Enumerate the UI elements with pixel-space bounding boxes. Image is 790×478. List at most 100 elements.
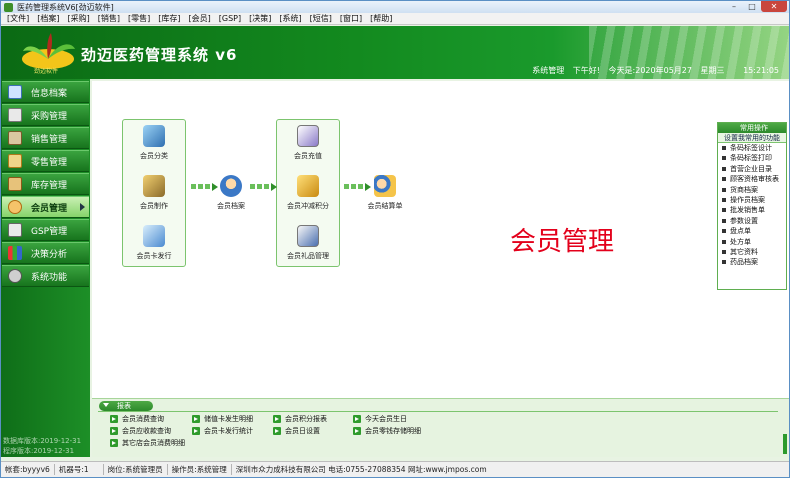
arrow-right-icon	[353, 427, 361, 435]
report-link[interactable]: 其它店会员消费明细	[110, 438, 185, 448]
members-icon	[8, 200, 22, 214]
node-member-archive[interactable]: 会员档案	[199, 175, 263, 211]
report-label: 会员零钱存储明细	[365, 427, 421, 435]
analysis-icon	[8, 246, 22, 260]
arrow-right-icon	[192, 427, 200, 435]
quick-action-item[interactable]: 货商档案	[718, 185, 786, 195]
menu-member[interactable]: [会员]	[187, 13, 213, 24]
node-label: 会员档案	[217, 202, 245, 210]
node-member-category[interactable]: 会员分类	[122, 125, 186, 161]
report-link[interactable]: 会员消费查询	[110, 414, 164, 424]
arrow-right-icon	[273, 415, 281, 423]
menu-bar: [文件] [档案] [采购] [销售] [零售] [库存] [会员] [GSP]…	[1, 13, 789, 25]
member-archive-icon	[220, 175, 242, 197]
current-user: 系统管理	[532, 66, 565, 75]
window-title: 医药管理系统V6[劲迈软件]	[17, 2, 114, 12]
report-label: 会员卡发行统计	[204, 427, 253, 435]
menu-system[interactable]: [系统]	[277, 13, 303, 24]
arrow-right-icon	[273, 427, 281, 435]
node-settlement[interactable]: 会员结算单	[353, 175, 417, 211]
sidebar-item-info-archive[interactable]: 信息档案	[2, 81, 89, 103]
menu-stock[interactable]: [库存]	[156, 13, 182, 24]
sidebar-item-purchase[interactable]: 采购管理	[2, 104, 89, 126]
quick-action-item[interactable]: 条码标签设计	[718, 143, 786, 153]
header-banner: 劲迈软件 劲迈医药管理系统 v6 系统管理 下午好! 今天是:2020年05月2…	[1, 26, 789, 79]
recharge-icon	[297, 125, 319, 147]
quick-action-item[interactable]: 顾客资格审核表	[718, 174, 786, 184]
report-link[interactable]: 会员积分报表	[273, 414, 327, 424]
arrow-right-icon	[110, 439, 118, 447]
report-link[interactable]: 会员卡发行统计	[192, 426, 253, 436]
menu-retail[interactable]: [零售]	[126, 13, 152, 24]
sidebar-item-sales[interactable]: 销售管理	[2, 127, 89, 149]
quick-action-item[interactable]: 首营企业目录	[718, 164, 786, 174]
report-link[interactable]: 今天会员生日	[353, 414, 407, 424]
minimize-icon[interactable]: –	[725, 1, 743, 12]
quick-action-item[interactable]: 处方单	[718, 237, 786, 247]
sidebar-item-label: 采购管理	[31, 111, 68, 122]
node-gift-management[interactable]: 会员礼品管理	[276, 225, 340, 261]
quick-actions-config[interactable]: 设置我常用的功能	[718, 133, 786, 143]
quick-action-item[interactable]: 其它资料	[718, 247, 786, 257]
quick-action-item[interactable]: 批发销售单	[718, 205, 786, 215]
app-icon	[4, 2, 13, 12]
sidebar-item-gsp[interactable]: GSP管理	[2, 219, 89, 241]
sidebar-item-analysis[interactable]: 决策分析	[2, 242, 89, 264]
reports-header[interactable]: 报表	[99, 401, 153, 411]
card-issue-icon	[143, 225, 165, 247]
report-label: 会员消费查询	[122, 415, 164, 423]
node-points-deduct[interactable]: 会员冲减积分	[276, 175, 340, 211]
status-role: 岗位:系统管理员	[104, 464, 168, 475]
menu-purchase[interactable]: [采购]	[66, 13, 92, 24]
node-label: 会员制作	[140, 202, 168, 210]
flow-arrow-2	[250, 183, 277, 191]
menu-help[interactable]: [帮助]	[368, 13, 394, 24]
node-member-recharge[interactable]: 会员充值	[276, 125, 340, 161]
menu-sales[interactable]: [销售]	[96, 13, 122, 24]
status-account: 帐套:byyyv6	[1, 464, 55, 475]
quick-action-item[interactable]: 条码标签打印	[718, 153, 786, 163]
brand-label: 劲迈软件	[34, 68, 59, 75]
menu-file[interactable]: [文件]	[5, 13, 31, 24]
gift-icon	[297, 225, 319, 247]
node-member-making[interactable]: 会员制作	[122, 175, 186, 211]
sidebar-item-system[interactable]: 系统功能	[2, 265, 89, 287]
node-label: 会员结算单	[367, 202, 403, 210]
quick-action-item[interactable]: 盘点单	[718, 226, 786, 236]
report-link[interactable]: 会员日设置	[273, 426, 320, 436]
sidebar-item-stock[interactable]: 库存管理	[2, 173, 89, 195]
menu-archive[interactable]: [档案]	[35, 13, 61, 24]
node-card-issue[interactable]: 会员卡发行	[122, 225, 186, 261]
main-panel: 会员分类 会员制作 会员卡发行 会员档案 会员充值 会员冲减积分 会员礼品管理	[92, 81, 789, 398]
sidebar-item-label: 销售管理	[31, 134, 68, 145]
menu-decision[interactable]: [决策]	[247, 13, 273, 24]
sidebar-item-members[interactable]: 会员管理	[2, 196, 89, 218]
quick-action-item[interactable]: 药品档案	[718, 257, 786, 267]
reports-scrollbar[interactable]	[783, 434, 787, 454]
report-label: 会员应收款查询	[122, 427, 171, 435]
report-link[interactable]: 会员零钱存储明细	[353, 426, 421, 436]
sidebar-item-retail[interactable]: 零售管理	[2, 150, 89, 172]
retail-icon	[8, 154, 22, 168]
menu-gsp[interactable]: [GSP]	[217, 14, 243, 23]
menu-sms[interactable]: [短信]	[308, 13, 334, 24]
report-link[interactable]: 会员应收款查询	[110, 426, 171, 436]
sidebar-item-label: 决策分析	[31, 249, 68, 260]
quick-action-item[interactable]: 参数设置	[718, 216, 786, 226]
points-icon	[297, 175, 319, 197]
quick-action-item[interactable]: 操作员档案	[718, 195, 786, 205]
app-title: 劲迈医药管理系统 v6	[81, 46, 238, 64]
report-link[interactable]: 储值卡发生明细	[192, 414, 253, 424]
arrow-right-icon	[353, 415, 361, 423]
reports-panel: 报表 会员消费查询 储值卡发生明细 会员积分报表 今天会员生日 会员应收款查询 …	[92, 398, 789, 457]
close-icon[interactable]: ✕	[761, 1, 787, 12]
maximize-icon[interactable]: □	[743, 1, 761, 12]
sidebar-item-label: 会员管理	[31, 203, 68, 214]
quick-actions-header: 常用操作	[718, 123, 786, 133]
window-controls: – □ ✕	[725, 1, 787, 12]
menu-window[interactable]: [窗口]	[338, 13, 364, 24]
purchase-icon	[8, 108, 22, 122]
status-company: 深圳市众力成科技有限公司 电话:0755-27088354 网址:www.jmp…	[235, 465, 487, 474]
page-title: 会员管理	[510, 227, 615, 257]
sidebar-item-label: 信息档案	[31, 88, 68, 99]
